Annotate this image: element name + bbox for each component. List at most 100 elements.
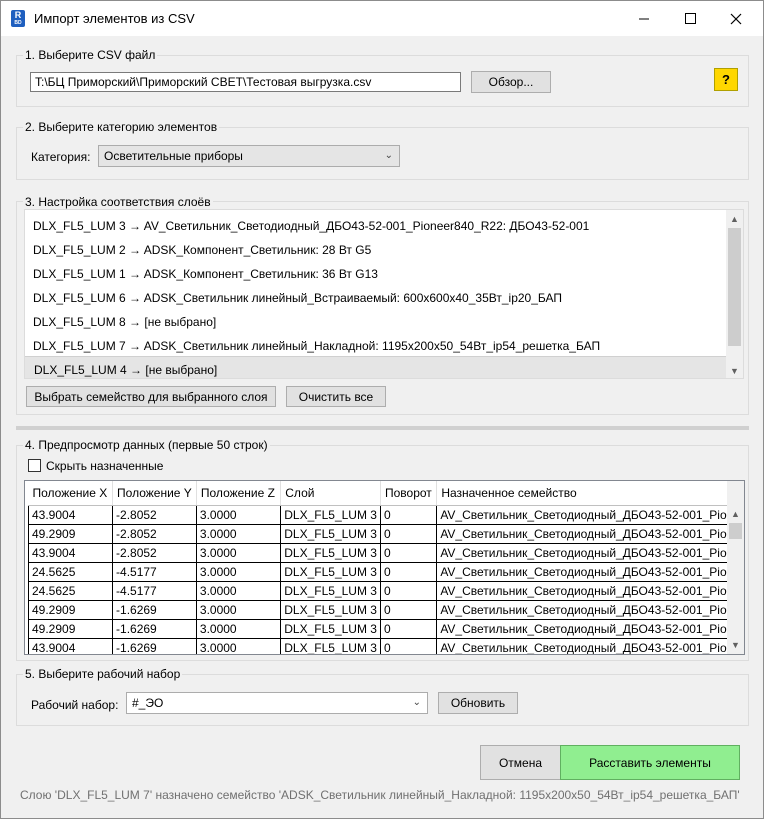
column-header[interactable]: Поворот [380, 481, 438, 506]
table-cell[interactable]: 49.2909 [27, 618, 114, 639]
category-select[interactable]: Осветительные приборы ⌄ [98, 145, 400, 167]
list-item[interactable]: DLX_FL5_LUM 7 → ADSK_Светильник линейный… [25, 333, 727, 357]
table-cell[interactable]: DLX_FL5_LUM 3 [280, 618, 381, 639]
layer-mapping-list[interactable]: DLX_FL5_LUM 3 → AV_Светильник_Светодиодн… [24, 209, 744, 379]
workset-select[interactable]: #_ЭО ⌄ [126, 692, 428, 714]
refresh-button[interactable]: Обновить [438, 692, 518, 714]
table-cell[interactable]: 0 [379, 542, 438, 563]
chevron-down-icon: ⌄ [384, 150, 393, 161]
table-cell[interactable]: -2.8052 [112, 523, 197, 544]
section-splitter[interactable] [16, 426, 749, 430]
preview-data-grid[interactable]: Положение X Положение Y Положение Z Слой… [24, 480, 745, 655]
csv-file-path-input[interactable]: T:\БЦ Приморский\Приморский СВЕТ\Тестова… [30, 72, 461, 92]
table-cell[interactable]: 24.5625 [27, 561, 114, 582]
list-item[interactable]: DLX_FL5_LUM 6 → ADSK_Светильник линейный… [25, 285, 727, 309]
clear-all-button[interactable]: Очистить все [286, 386, 386, 407]
scroll-down-icon[interactable]: ▼ [727, 640, 744, 650]
scrollbar-thumb[interactable] [729, 523, 742, 539]
table-cell[interactable]: AV_Светильник_Светодиодный_ДБО43-52-001_… [436, 561, 744, 582]
list-item[interactable]: DLX_FL5_LUM 1 → ADSK_Компонент_Светильни… [25, 261, 727, 285]
title-bar[interactable]: R BD Импорт элементов из CSV [1, 1, 763, 36]
table-cell[interactable]: AV_Светильник_Светодиодный_ДБО43-52-001_… [436, 580, 744, 601]
table-cell[interactable]: 43.9004 [27, 504, 114, 525]
table-cell[interactable]: AV_Светильник_Светодиодный_ДБО43-52-001_… [436, 504, 744, 525]
table-row[interactable]: 43.9004 -2.8052 3.0000 DLX_FL5_LUM 3 0 A… [27, 504, 744, 525]
table-cell[interactable]: AV_Светильник_Светодиодный_ДБО43-52-001_… [436, 542, 744, 563]
help-button[interactable]: ? [714, 68, 738, 91]
table-cell[interactable]: DLX_FL5_LUM 3 [280, 580, 381, 601]
select-family-button[interactable]: Выбрать семейство для выбранного слоя [26, 386, 276, 407]
table-cell[interactable]: 3.0000 [195, 618, 282, 639]
scroll-down-icon[interactable]: ▼ [726, 366, 743, 376]
table-cell[interactable]: 0 [379, 504, 438, 525]
table-cell[interactable]: 0 [379, 580, 438, 601]
table-cell[interactable]: AV_Светильник_Светодиодный_ДБО43-52-001_… [436, 618, 744, 639]
list-item-selected[interactable]: DLX_FL5_LUM 4 → [не выбрано] [25, 356, 727, 378]
table-cell[interactable]: -1.6269 [112, 599, 197, 620]
preview-group-label: 4. Предпросмотр данных (первые 50 строк) [23, 438, 270, 452]
table-cell[interactable]: 24.5625 [27, 580, 114, 601]
table-cell[interactable]: -1.6269 [112, 637, 197, 654]
place-elements-button[interactable]: Расставить элементы [560, 745, 740, 780]
table-cell[interactable]: -4.5177 [112, 580, 197, 601]
cancel-button[interactable]: Отмена [480, 745, 561, 780]
table-cell[interactable]: 3.0000 [195, 523, 282, 544]
table-cell[interactable]: DLX_FL5_LUM 3 [280, 504, 381, 525]
hide-assigned-checkbox[interactable] [28, 459, 41, 472]
table-cell[interactable]: AV_Светильник_Светодиодный_ДБО43-52-001_… [436, 599, 744, 620]
table-cell[interactable]: DLX_FL5_LUM 3 [280, 561, 381, 582]
table-cell[interactable]: DLX_FL5_LUM 3 [280, 523, 381, 544]
table-cell[interactable]: 3.0000 [195, 504, 282, 525]
table-cell[interactable]: 49.2909 [27, 523, 114, 544]
scroll-up-icon[interactable]: ▲ [727, 509, 744, 519]
table-cell[interactable]: 0 [379, 618, 438, 639]
scrollbar-thumb[interactable] [728, 228, 741, 346]
table-cell[interactable]: AV_Светильник_Светодиодный_ДБО43-52-001_… [436, 523, 744, 544]
table-cell[interactable]: DLX_FL5_LUM 3 [280, 542, 381, 563]
table-cell[interactable]: 3.0000 [195, 580, 282, 601]
table-cell[interactable]: 0 [379, 561, 438, 582]
workset-group-label: 5. Выберите рабочий набор [23, 667, 183, 681]
category-label: Категория: [31, 150, 91, 164]
table-cell[interactable]: 0 [379, 637, 438, 654]
column-header[interactable]: Слой [280, 481, 381, 506]
table-cell[interactable]: -2.8052 [112, 504, 197, 525]
close-button[interactable] [713, 1, 759, 36]
table-row[interactable]: 43.9004 -2.8052 3.0000 DLX_FL5_LUM 3 0 A… [27, 542, 744, 563]
table-row[interactable]: 49.2909 -1.6269 3.0000 DLX_FL5_LUM 3 0 A… [27, 618, 744, 639]
minimize-button[interactable] [621, 1, 667, 36]
table-cell[interactable]: 3.0000 [195, 561, 282, 582]
table-cell[interactable]: 3.0000 [195, 599, 282, 620]
grid-scrollbar[interactable]: ▲ ▼ [727, 481, 744, 654]
table-cell[interactable]: DLX_FL5_LUM 3 [280, 599, 381, 620]
column-header[interactable]: Положение Y [112, 481, 197, 506]
maximize-button[interactable] [667, 1, 713, 36]
table-row[interactable]: 24.5625 -4.5177 3.0000 DLX_FL5_LUM 3 0 A… [27, 561, 744, 582]
table-cell[interactable]: -1.6269 [112, 618, 197, 639]
layer-list-scrollbar[interactable]: ▲ ▼ [726, 210, 743, 378]
table-row[interactable]: 49.2909 -2.8052 3.0000 DLX_FL5_LUM 3 0 A… [27, 523, 744, 544]
table-row[interactable]: 43.9004 -1.6269 3.0000 DLX_FL5_LUM 3 0 A… [27, 637, 744, 654]
table-cell[interactable]: -2.8052 [112, 542, 197, 563]
table-row[interactable]: 49.2909 -1.6269 3.0000 DLX_FL5_LUM 3 0 A… [27, 599, 744, 620]
table-cell[interactable]: 49.2909 [27, 599, 114, 620]
csv-file-group-label: 1. Выберите CSV файл [23, 48, 158, 62]
list-item[interactable]: DLX_FL5_LUM 2 → ADSK_Компонент_Светильни… [25, 237, 727, 261]
table-cell[interactable]: -4.5177 [112, 561, 197, 582]
list-item[interactable]: DLX_FL5_LUM 3 → AV_Светильник_Светодиодн… [25, 213, 727, 237]
table-row[interactable]: 24.5625 -4.5177 3.0000 DLX_FL5_LUM 3 0 A… [27, 580, 744, 601]
table-cell[interactable]: AV_Светильник_Светодиодный_ДБО43-52-001_… [436, 637, 744, 654]
browse-button[interactable]: Обзор... [471, 71, 551, 93]
table-cell[interactable]: 3.0000 [195, 637, 282, 654]
table-cell[interactable]: 3.0000 [195, 542, 282, 563]
list-item[interactable]: DLX_FL5_LUM 8 → [не выбрано] [25, 309, 727, 333]
column-header[interactable]: Положение Z [196, 481, 282, 506]
column-header[interactable]: Назначенное семейство [436, 481, 744, 506]
table-cell[interactable]: 43.9004 [27, 542, 114, 563]
table-cell[interactable]: 0 [379, 523, 438, 544]
table-cell[interactable]: 0 [379, 599, 438, 620]
column-header[interactable]: Положение X [28, 481, 114, 506]
scroll-up-icon[interactable]: ▲ [726, 214, 743, 224]
table-cell[interactable]: DLX_FL5_LUM 3 [280, 637, 381, 654]
table-cell[interactable]: 43.9004 [27, 637, 114, 654]
